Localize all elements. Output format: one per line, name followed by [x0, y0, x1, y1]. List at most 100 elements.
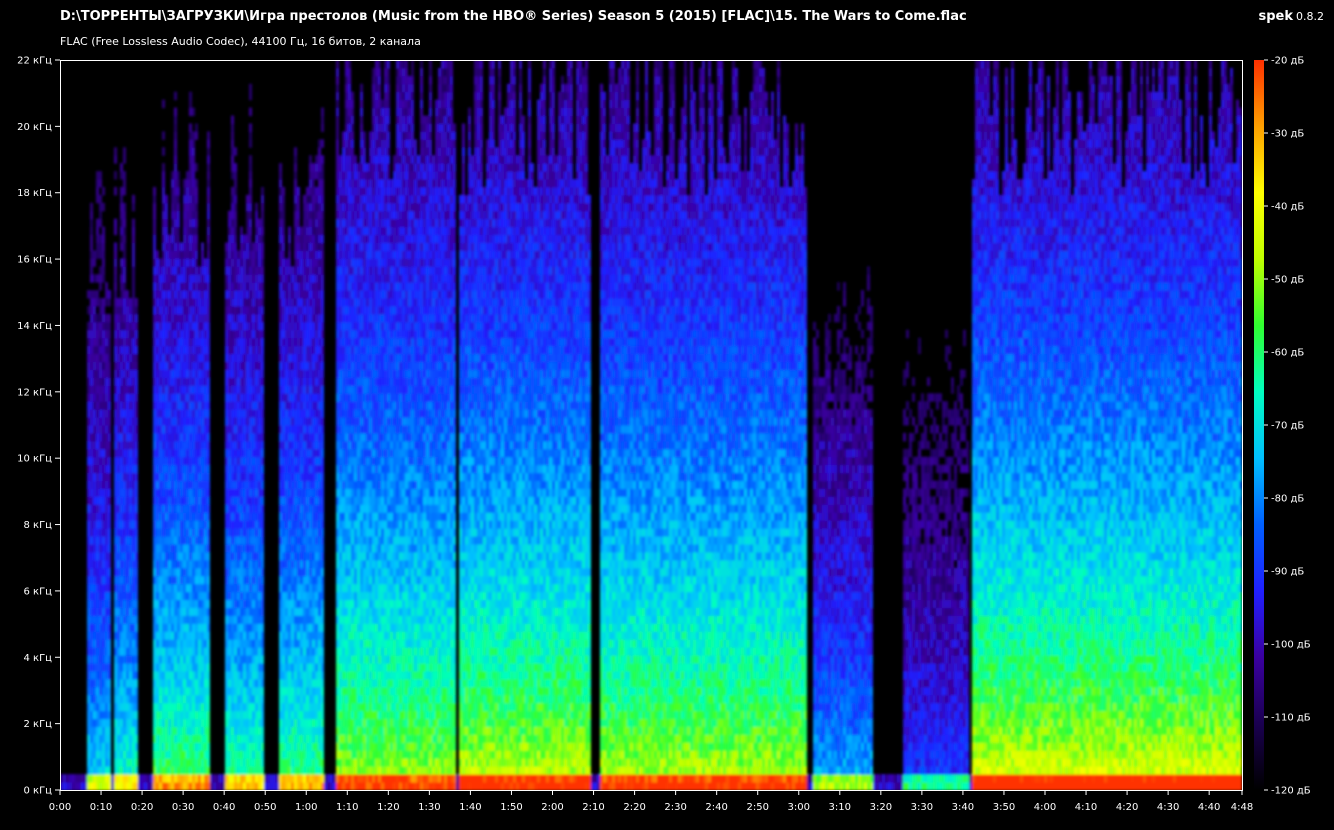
- spectrogram-cell: [189, 361, 192, 370]
- spectrogram-cell: [306, 409, 309, 418]
- spectrogram-cell: [234, 488, 237, 497]
- spectrogram-cell: [183, 361, 186, 370]
- spectrogram-cell: [336, 266, 339, 275]
- spectrogram-cell: [102, 536, 105, 545]
- spectrogram-cell: [102, 361, 105, 370]
- spectrogram-cell: [306, 218, 309, 228]
- spectrogram-cell: [261, 766, 264, 775]
- spectrogram-cell: [183, 575, 186, 585]
- spectrogram-cell: [135, 448, 138, 458]
- spectrogram-cell: [336, 99, 339, 109]
- spectrogram-cell: [309, 171, 312, 180]
- spectrogram-cell: [165, 298, 168, 307]
- spectrogram-cell: [153, 536, 156, 545]
- spectrogram-cell: [312, 631, 315, 640]
- spectrogram-cell: [99, 750, 102, 759]
- spectrogram-cell: [192, 210, 195, 220]
- spectrogram-cell: [126, 599, 129, 608]
- spectrogram-cell: [246, 718, 249, 728]
- spectrogram-cell: [201, 551, 204, 561]
- spectrogram-cell: [321, 385, 324, 394]
- spectrogram-cell: [153, 290, 156, 299]
- spectrogram-cell: [318, 409, 321, 418]
- spectrogram-cell: [300, 321, 303, 331]
- spectrogram-cell: [258, 599, 261, 608]
- spectrogram-cell: [171, 551, 174, 561]
- spectrogram-cell: [246, 345, 249, 355]
- spectrogram-cell: [183, 551, 186, 561]
- spectrogram-cell: [336, 305, 339, 315]
- spectrogram-cell: [117, 758, 120, 767]
- spectrogram-cell: [300, 559, 303, 569]
- spectrogram-cell: [279, 599, 282, 608]
- spectrogram-cell: [198, 575, 201, 585]
- spectrogram-cell: [321, 607, 324, 616]
- spectrogram-cell: [300, 774, 303, 783]
- spectrogram-cell: [315, 615, 318, 624]
- spectrogram-cell: [132, 655, 135, 664]
- spectrogram-cell: [279, 536, 282, 545]
- spectrogram-cell: [240, 440, 243, 450]
- spectrogram-cell: [183, 417, 186, 426]
- spectrogram-cell: [120, 417, 123, 426]
- spectrogram-cell: [63, 774, 66, 783]
- spectrogram-cell: [189, 393, 192, 402]
- spectrogram-cell: [336, 329, 339, 339]
- spectrogram-cell: [120, 718, 123, 728]
- spectrogram-cell: [288, 385, 291, 394]
- spectrogram-cell: [288, 321, 291, 331]
- spectrogram-cell: [165, 686, 168, 696]
- spectrogram-cell: [294, 226, 297, 236]
- spectrogram-cell: [342, 551, 345, 561]
- spectrogram-cell: [252, 313, 255, 323]
- spectrogram-cell: [282, 758, 285, 767]
- spectrogram-cell: [153, 575, 156, 585]
- spectrogram-cell: [339, 782, 342, 791]
- spectrogram-cell: [237, 686, 240, 696]
- spectrogram-cell: [294, 353, 297, 363]
- spectrogram-cell: [177, 313, 180, 323]
- spectrogram-cell: [243, 686, 246, 696]
- spectrogram-cell: [336, 758, 339, 767]
- spectrogram-cell: [96, 631, 99, 640]
- spectrogram-cell: [198, 456, 201, 466]
- spectrogram-cell: [189, 155, 192, 164]
- spectrogram-cell: [123, 758, 126, 767]
- spectrogram-cell: [336, 107, 339, 117]
- spectrogram-cell: [108, 377, 111, 386]
- spectrogram-cell: [153, 337, 156, 347]
- spectrogram-cell: [177, 686, 180, 696]
- spectrogram-cell: [159, 663, 162, 672]
- spectrogram-cell: [189, 472, 192, 482]
- spectrogram-cell: [198, 345, 201, 355]
- spectrogram-cell: [288, 623, 291, 632]
- spectrogram-cell: [300, 694, 303, 704]
- spectrogram-cell: [99, 361, 102, 370]
- spectrogram-cell: [255, 551, 258, 561]
- spectrogram-cell: [342, 591, 345, 601]
- spectrogram-cell: [195, 226, 198, 236]
- spectrogram-cell: [234, 750, 237, 759]
- spectrogram-cell: [123, 607, 126, 616]
- spectrogram-cell: [135, 472, 138, 482]
- spectrogram-cell: [123, 234, 126, 243]
- spectrogram-cell: [342, 734, 345, 743]
- spectrogram-cell: [87, 321, 90, 331]
- spectrogram-cell: [96, 496, 99, 505]
- spectrogram-cell: [198, 678, 201, 688]
- spectrogram-cell: [321, 274, 324, 283]
- spectrogram-cell: [339, 670, 342, 680]
- spectrogram-cell: [183, 250, 186, 259]
- spectrogram-cell: [177, 210, 180, 220]
- spectrogram-cell: [303, 536, 306, 545]
- spectrogram-cell: [153, 504, 156, 513]
- spectrogram-cell: [195, 472, 198, 482]
- spectrogram-cell: [249, 377, 252, 386]
- spectrogram-cell: [93, 742, 96, 751]
- spectrogram-cell: [114, 266, 117, 275]
- spectrogram-cell: [288, 313, 291, 323]
- spectrogram-cell: [168, 734, 171, 743]
- spectrogram-cell: [297, 266, 300, 275]
- spectrogram-cell: [180, 766, 183, 775]
- spectrogram-cell: [162, 226, 165, 236]
